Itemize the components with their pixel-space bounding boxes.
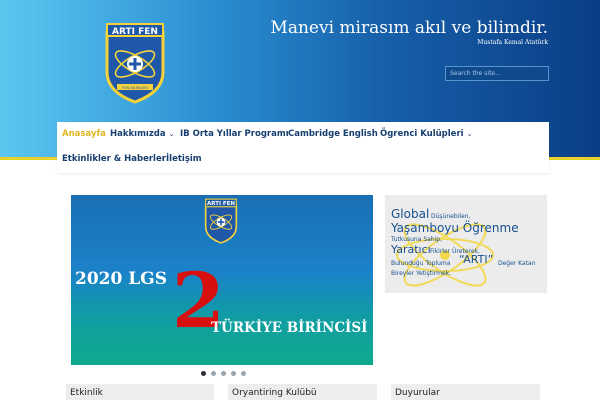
nav-item-label: İletişim: [166, 154, 202, 164]
chevron-down-icon: ⌄: [466, 130, 473, 138]
chevron-down-icon: ⌄: [168, 130, 175, 138]
panel-word: Tutkusuna Sahip,: [391, 236, 442, 243]
search-input[interactable]: [445, 66, 549, 81]
slider-dot[interactable]: [221, 371, 226, 376]
panel-word: Global: [391, 207, 430, 221]
panel-word: Düşünebilen,: [431, 213, 471, 220]
box-title: Duyurular: [395, 388, 440, 398]
nav-item-label: Hakkımızda: [110, 129, 166, 139]
nav-item-cambridge[interactable]: Cambridge English: [288, 129, 378, 139]
slide-logo: ARTI FEN: [204, 198, 238, 244]
slide-subtitle: TÜRKİYE BİRİNCİSİ: [211, 320, 368, 336]
slider-dot[interactable]: [241, 371, 246, 376]
slider-dot[interactable]: [201, 371, 206, 376]
nav-item-anasayfa[interactable]: Anasayfa: [62, 129, 106, 139]
nav-item-iletisim[interactable]: İletişim: [166, 154, 202, 164]
hero-slider[interactable]: ARTI FEN 2020 LGS 2 TÜRKİYE BİRİNCİSİ: [71, 195, 373, 365]
panel-word: Yaşamboyu Öğrenme: [391, 221, 519, 235]
nav-item-hakkimizda[interactable]: Hakkımızda ⌄: [110, 129, 174, 139]
panel-word: “ARTI”: [459, 253, 494, 266]
slide-headline: 2020 LGS: [75, 269, 167, 289]
nav-item-label: IB Orta Yıllar Programı: [180, 129, 289, 139]
box-oryantiring[interactable]: Oryantiring Kulübü: [228, 384, 377, 400]
nav-item-label: Ögrenci Kulüpleri: [380, 129, 464, 139]
slider-dot[interactable]: [231, 371, 236, 376]
panel-word: Değer Katan: [498, 260, 536, 267]
panel-word: Yaratıcı: [391, 243, 431, 256]
motto-author: Mustafa Kemal Atatürk: [477, 39, 548, 46]
box-title: Oryantiring Kulübü: [232, 388, 317, 398]
logo-ribbon-text: FEN BİLİMLERİ: [122, 85, 148, 90]
nav-item-label: Anasayfa: [62, 129, 106, 139]
main-navigation: Anasayfa Hakkımızda ⌄ IB Orta Yıllar Prog…: [57, 122, 549, 173]
slider-dot[interactable]: [211, 371, 216, 376]
panel-word: Bireyler Yetiştirmek.: [391, 270, 452, 277]
header-motto: Manevi mirasım akıl ve bilimdir.: [270, 18, 548, 38]
panel-word: Bulunduğu Topluma: [391, 260, 451, 267]
vision-panel: Global Düşünebilen, Yaşamboyu Öğrenme Tu…: [385, 195, 547, 293]
school-logo[interactable]: ARTI FEN FEN BİLİMLERİ: [103, 20, 167, 104]
nav-item-label: Etkinlikler & Haberler: [62, 154, 166, 164]
nav-item-label: Cambridge English: [288, 129, 378, 139]
logo-title: ARTI FEN: [112, 27, 158, 37]
nav-item-ib-programme[interactable]: IB Orta Yıllar Programı: [180, 129, 289, 139]
nav-item-etkinlikler[interactable]: Etkinlikler & Haberler: [62, 154, 166, 164]
box-title: Etkinlik: [70, 388, 103, 398]
slide-logo-title: ARTI FEN: [207, 201, 235, 207]
box-duyurular[interactable]: Duyurular: [391, 384, 540, 400]
box-etkinlik[interactable]: Etkinlik: [66, 384, 214, 400]
nav-item-kulupler[interactable]: Ögrenci Kulüpleri ⌄: [380, 129, 472, 139]
